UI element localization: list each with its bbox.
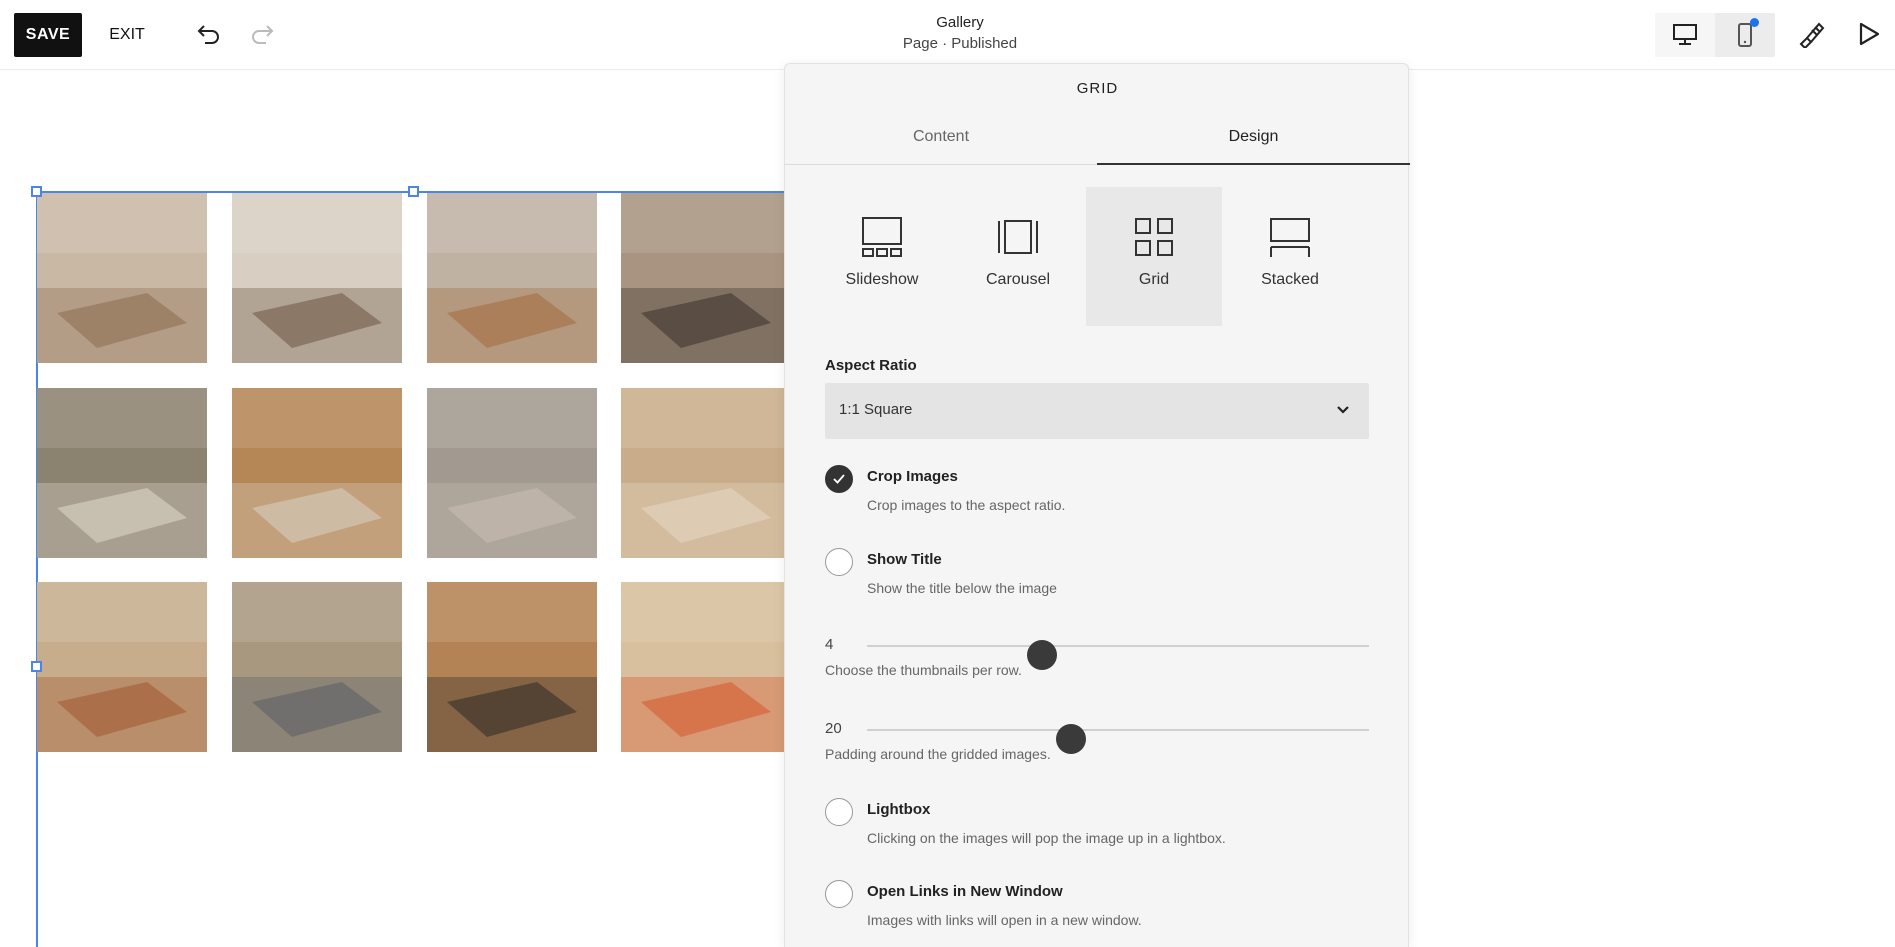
- gallery-tile[interactable]: [621, 582, 784, 752]
- padding-value: 20: [825, 720, 842, 737]
- open-links-new-window-desc: Images with links will open in a new win…: [867, 912, 1142, 928]
- crop-images-title: Crop Images: [867, 468, 958, 485]
- hands-paper-photo: [37, 388, 207, 558]
- padding-desc: Padding around the gridded images.: [825, 746, 1051, 762]
- gallery-tile[interactable]: [621, 193, 784, 363]
- page-status: Page · Published: [902, 35, 1018, 52]
- top-toolbar: SAVE EXIT Gallery Page · Published: [0, 0, 1895, 70]
- page-title: Gallery: [936, 14, 984, 31]
- gallery-tile[interactable]: [37, 193, 207, 363]
- layout-option-slideshow[interactable]: Slideshow: [814, 187, 950, 326]
- crop-images-option[interactable]: Crop Images Crop images to the aspect ra…: [825, 465, 1385, 515]
- open-links-new-window-checkbox[interactable]: [825, 880, 853, 908]
- page-info[interactable]: Gallery Page · Published: [860, 14, 1060, 52]
- lamp-notebook-photo: [427, 582, 597, 752]
- resize-handle-top-left[interactable]: [31, 186, 42, 197]
- orange-flower-photo: [621, 582, 784, 752]
- tab-content[interactable]: Content: [785, 118, 1097, 165]
- grid-settings-panel: GRID Content Design Slideshow Carousel G…: [784, 63, 1410, 947]
- aspect-ratio-label: Aspect Ratio: [825, 357, 917, 374]
- checkmark-icon: [833, 474, 845, 484]
- gallery-tile[interactable]: [37, 582, 207, 752]
- thumbnails-value: 4: [825, 636, 834, 653]
- gallery-grid[interactable]: [37, 193, 784, 753]
- mobile-view-button[interactable]: [1715, 13, 1775, 57]
- gallery-tile[interactable]: [37, 388, 207, 558]
- device-toggle: [1655, 13, 1775, 57]
- calla-lily-desk-photo: [427, 388, 597, 558]
- desk-lamp-laptop-photo: [37, 193, 207, 363]
- thumbnails-slider-row: 4 Choose the thumbnails per row.: [825, 636, 1385, 686]
- gallery-tile[interactable]: [232, 193, 402, 363]
- lightbox-desc: Clicking on the images will pop the imag…: [867, 830, 1226, 846]
- crop-images-checkbox[interactable]: [825, 465, 853, 493]
- show-title-option[interactable]: Show Title Show the title below the imag…: [825, 548, 1385, 598]
- thumbnails-slider[interactable]: [867, 640, 1369, 670]
- layout-option-grid[interactable]: Grid: [1086, 187, 1222, 326]
- save-button[interactable]: SAVE: [14, 13, 82, 57]
- gallery-tile[interactable]: [427, 388, 597, 558]
- panel-title: GRID: [1076, 80, 1119, 97]
- desktop-view-button[interactable]: [1655, 13, 1715, 57]
- aspect-ratio-select[interactable]: 1:1 Square: [825, 383, 1369, 439]
- typing-laptop-photo: [232, 193, 402, 363]
- gallery-tile[interactable]: [427, 193, 597, 363]
- padding-slider-row: 20 Padding around the gridded images.: [825, 720, 1385, 770]
- lightbox-title: Lightbox: [867, 801, 931, 818]
- carousel-icon: [998, 220, 1038, 254]
- thumbnails-desc: Choose the thumbnails per row.: [825, 662, 1022, 678]
- layout-label: Grid: [1138, 271, 1170, 288]
- redo-icon[interactable]: [245, 17, 279, 51]
- open-links-new-window-title: Open Links in New Window: [867, 883, 1063, 900]
- padding-slider[interactable]: [867, 724, 1369, 754]
- gallery-tile[interactable]: [232, 582, 402, 752]
- resize-handle-top-center[interactable]: [408, 186, 419, 197]
- panel-tabs: Content Design: [785, 118, 1410, 165]
- thumbnails-slider-thumb[interactable]: [1027, 640, 1057, 670]
- show-title-desc: Show the title below the image: [867, 580, 1057, 596]
- layout-option-stacked[interactable]: Stacked: [1222, 187, 1358, 326]
- paintbrush-icon[interactable]: [1794, 17, 1828, 51]
- notebook-wood-photo: [232, 388, 402, 558]
- show-title-title: Show Title: [867, 551, 942, 568]
- crop-images-desc: Crop images to the aspect ratio.: [867, 497, 1066, 513]
- layout-label: Carousel: [985, 271, 1051, 288]
- layout-label: Slideshow: [845, 271, 919, 288]
- layout-label: Stacked: [1261, 271, 1319, 288]
- desktop-icon: [1673, 24, 1697, 45]
- stacked-icon: [1270, 218, 1310, 257]
- gallery-tile[interactable]: [232, 388, 402, 558]
- gallery-tile[interactable]: [427, 582, 597, 752]
- laptop-phone-photo: [232, 582, 402, 752]
- aspect-ratio-value: 1:1 Square: [839, 401, 913, 418]
- chevron-down-icon: [1337, 406, 1349, 414]
- padding-slider-thumb[interactable]: [1056, 724, 1086, 754]
- preview-play-icon[interactable]: [1852, 17, 1886, 51]
- undo-icon[interactable]: [192, 17, 226, 51]
- glasses-desk-photo: [621, 388, 784, 558]
- mushroom-lamp-photo: [427, 193, 597, 363]
- exit-button[interactable]: EXIT: [100, 13, 154, 57]
- laptop-work-photo: [621, 193, 784, 363]
- notification-dot: [1750, 18, 1759, 27]
- lightbox-checkbox[interactable]: [825, 798, 853, 826]
- slideshow-icon: [862, 217, 902, 257]
- paper-bowl-photo: [37, 582, 207, 752]
- show-title-checkbox[interactable]: [825, 548, 853, 576]
- resize-handle-left[interactable]: [31, 661, 42, 672]
- open-links-new-window-option[interactable]: Open Links in New Window Images with lin…: [825, 880, 1385, 930]
- lightbox-option[interactable]: Lightbox Clicking on the images will pop…: [825, 798, 1385, 848]
- gallery-tile[interactable]: [621, 388, 784, 558]
- layout-option-carousel[interactable]: Carousel: [950, 187, 1086, 326]
- grid-icon: [1135, 218, 1173, 256]
- tab-design[interactable]: Design: [1097, 118, 1410, 165]
